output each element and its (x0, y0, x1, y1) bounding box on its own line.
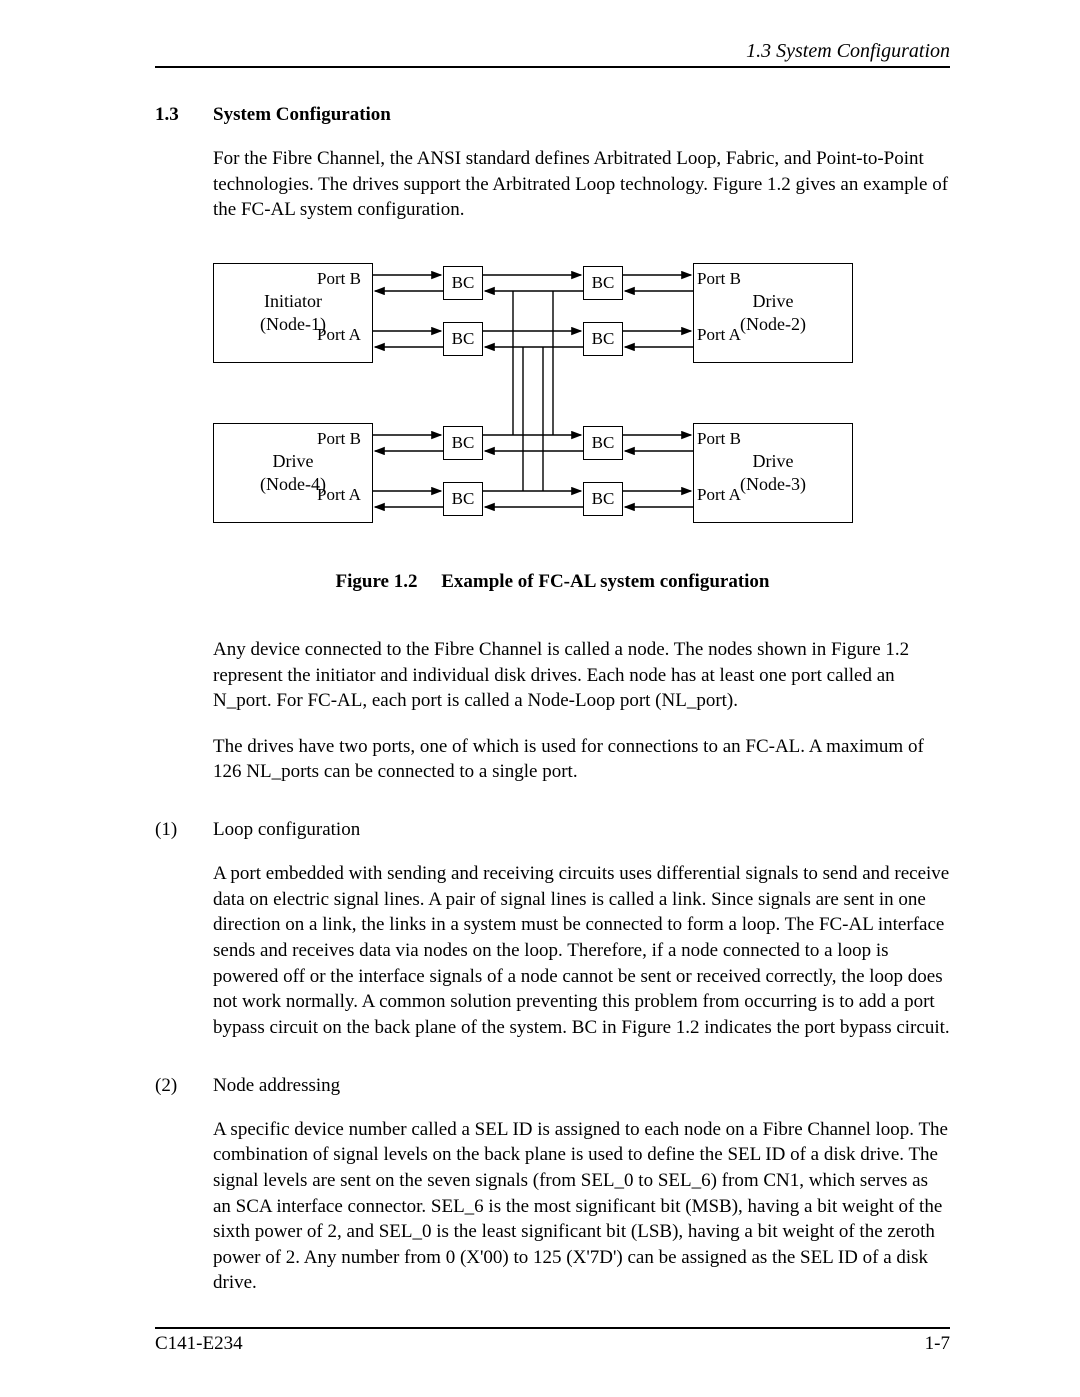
node-4-label: Drive (273, 450, 314, 473)
port-b-label: Port B (317, 429, 361, 449)
page-number: 1-7 (925, 1333, 950, 1355)
bc-box: BC (443, 482, 483, 516)
bc-box: BC (583, 482, 623, 516)
doc-id: C141-E234 (155, 1333, 243, 1355)
subsection-number: (1) (155, 819, 213, 841)
subsection-title: Node addressing (213, 1075, 340, 1097)
page: 1.3 System Configuration 1.3 System Conf… (0, 0, 1080, 1397)
bc-box: BC (443, 322, 483, 356)
bc-box: BC (583, 266, 623, 300)
port-b-label: Port B (697, 269, 741, 289)
port-b-label: Port B (697, 429, 741, 449)
subsection-1-heading: (1) Loop configuration (155, 819, 950, 841)
node-3-label: Drive (753, 450, 794, 473)
intro-paragraph: For the Fibre Channel, the ANSI standard… (213, 146, 950, 223)
port-b-label: Port B (317, 269, 361, 289)
paragraph-3: The drives have two ports, one of which … (213, 734, 950, 785)
node-3-sublabel: (Node-3) (740, 473, 806, 496)
section-heading: 1.3 System Configuration (155, 104, 950, 126)
port-a-label: Port A (697, 325, 741, 345)
section-title: System Configuration (213, 104, 391, 126)
bc-box: BC (583, 426, 623, 460)
subsection-number: (2) (155, 1075, 213, 1097)
port-a-label: Port A (317, 325, 361, 345)
node-2-label: Drive (753, 290, 794, 313)
port-a-label: Port A (317, 485, 361, 505)
figure-number: Figure 1.2 (336, 571, 418, 592)
node-2-sublabel: (Node-2) (740, 313, 806, 336)
figure-caption: Figure 1.2 Example of FC-AL system confi… (155, 571, 950, 593)
bc-box: BC (443, 426, 483, 460)
subsection-2-heading: (2) Node addressing (155, 1075, 950, 1097)
subsection-title: Loop configuration (213, 819, 360, 841)
figure-title: Example of FC-AL system configuration (441, 571, 769, 592)
section-number: 1.3 (155, 104, 213, 126)
page-header: 1.3 System Configuration (155, 40, 950, 68)
port-a-label: Port A (697, 485, 741, 505)
paragraph-4: A port embedded with sending and receivi… (213, 861, 950, 1040)
paragraph-2: Any device connected to the Fibre Channe… (213, 637, 950, 714)
header-section-ref: 1.3 System Configuration (155, 40, 950, 63)
page-footer: C141-E234 1-7 (155, 1327, 950, 1355)
bc-box: BC (443, 266, 483, 300)
bc-box: BC (583, 322, 623, 356)
figure-1-2: Initiator (Node-1) Drive (Node-2) Drive … (213, 263, 853, 543)
paragraph-5: A specific device number called a SEL ID… (213, 1117, 950, 1296)
node-1-label: Initiator (264, 290, 322, 313)
